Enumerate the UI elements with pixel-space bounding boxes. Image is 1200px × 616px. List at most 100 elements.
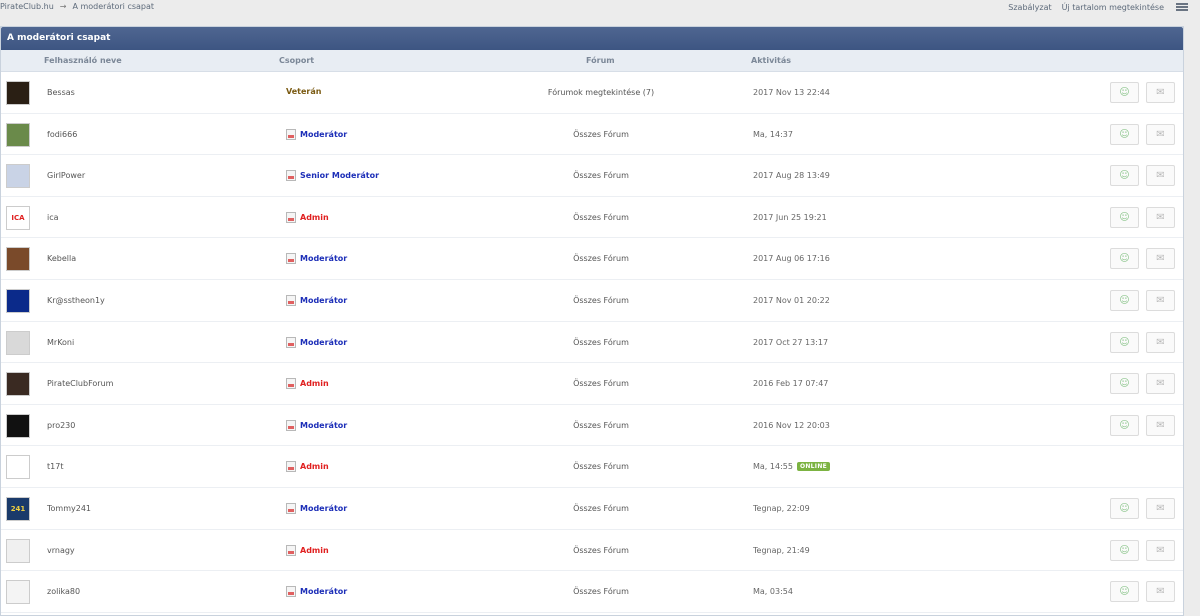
activity-time: Tegnap, 22:09 [753, 503, 810, 513]
member-list: Bessas Veterán Fórumok megtekintése (7) 201… [1, 72, 1183, 613]
avatar[interactable] [6, 580, 30, 605]
view-profile-button[interactable]: ☺ [1110, 248, 1139, 270]
avatar[interactable] [6, 122, 30, 147]
view-profile-button[interactable]: ☺ [1110, 331, 1139, 353]
table-row: pro230 Moderátor Összes Fórum 2016 Nov 12 2… [1, 404, 1183, 447]
view-profile-button[interactable]: ☺ [1110, 373, 1139, 395]
avatar[interactable] [6, 164, 30, 189]
activity: 2017 Jun 25 19:21 [753, 213, 827, 222]
group-icon [286, 253, 296, 265]
view-profile-button[interactable]: ☺ [1110, 206, 1139, 228]
username-link[interactable]: Bessas [47, 88, 75, 97]
send-message-button[interactable]: ✉ [1146, 289, 1175, 311]
send-message-button[interactable]: ✉ [1146, 248, 1175, 270]
group-label: Admin [300, 462, 329, 472]
username-link[interactable]: Kr@sstheon1y [47, 296, 105, 305]
breadcrumb: PirateClub.hu → A moderátori csapat [0, 2, 154, 11]
avatar[interactable] [6, 288, 30, 313]
group-icon [286, 294, 296, 306]
breadcrumb-home-link[interactable]: PirateClub.hu [0, 2, 54, 11]
group-icon [286, 128, 296, 140]
avatar[interactable] [6, 330, 30, 355]
group-icon [286, 211, 296, 223]
group-icon [286, 544, 296, 556]
avatar[interactable] [6, 538, 30, 563]
group-icon [286, 170, 296, 182]
group-label: Admin [300, 212, 329, 222]
view-profile-button[interactable]: ☺ [1110, 539, 1139, 561]
username-link[interactable]: fodi666 [47, 130, 77, 139]
activity: 2017 Nov 13 22:44 [753, 88, 830, 97]
username-link[interactable]: t17t [47, 462, 63, 471]
forum-scope: Összes Fórum [573, 503, 629, 513]
column-group: Csoport [279, 56, 315, 65]
username-link[interactable]: GirlPower [47, 171, 85, 180]
view-profile-button[interactable]: ☺ [1110, 165, 1139, 187]
group-badge: Moderátor [286, 253, 347, 265]
table-row: Kebella Moderátor Összes Fórum 2017 Aug 06 … [1, 238, 1183, 280]
mail-icon: ✉ [1156, 336, 1165, 348]
send-message-button[interactable]: ✉ [1146, 331, 1175, 353]
activity-time: 2017 Jun 25 19:21 [753, 212, 827, 222]
username-link[interactable]: ica [47, 213, 59, 222]
group-badge: Moderátor [286, 294, 347, 306]
username-link[interactable]: Tommy241 [47, 504, 91, 513]
send-message-button[interactable]: ✉ [1146, 581, 1175, 603]
activity-time: 2017 Nov 13 22:44 [753, 88, 830, 97]
group-badge: Admin [286, 461, 329, 473]
send-message-button[interactable]: ✉ [1146, 82, 1175, 103]
username-link[interactable]: zolika80 [47, 587, 80, 596]
activity-time: Tegnap, 21:49 [753, 545, 810, 555]
username-link[interactable]: PirateClubForum [47, 379, 113, 388]
avatar[interactable]: ICA [6, 205, 30, 230]
table-row: vrnagy Admin Összes Fórum Tegnap, 21:49 ☺ ✉ [1, 529, 1183, 572]
table-row: MrKoni Moderátor Összes Fórum 2017 Oct 27 1… [1, 321, 1183, 364]
username-link[interactable]: pro230 [47, 421, 75, 430]
avatar[interactable] [6, 413, 30, 438]
group-badge: Moderátor [286, 419, 348, 431]
user-icon: ☺ [1119, 211, 1130, 223]
send-message-button[interactable]: ✉ [1146, 165, 1175, 187]
user-icon: ☺ [1119, 419, 1130, 431]
send-message-button[interactable]: ✉ [1146, 373, 1175, 395]
view-profile-button[interactable]: ☺ [1110, 497, 1139, 519]
group-badge: Moderátor [286, 586, 347, 598]
username-link[interactable]: MrKoni [47, 338, 74, 347]
view-profile-button[interactable]: ☺ [1110, 289, 1139, 311]
table-row: ICA ica Admin Összes Fórum 2017 Jun 25 19:21… [1, 196, 1183, 239]
activity: 2017 Aug 28 13:49 [753, 171, 830, 180]
forum-scope: Összes Fórum [573, 379, 629, 389]
send-message-button[interactable]: ✉ [1146, 539, 1175, 561]
send-message-button[interactable]: ✉ [1146, 206, 1175, 228]
send-message-button[interactable]: ✉ [1146, 497, 1175, 519]
group-badge: Moderátor [286, 502, 347, 514]
view-profile-button[interactable]: ☺ [1110, 414, 1139, 436]
list-menu-icon[interactable] [1176, 2, 1188, 12]
table-row: Kr@sstheon1y Moderátor Összes Fórum 2017 No… [1, 279, 1183, 322]
mail-icon: ✉ [1156, 211, 1165, 223]
avatar[interactable] [6, 81, 30, 105]
view-profile-button[interactable]: ☺ [1110, 581, 1139, 603]
rules-link[interactable]: Szabályzat [1008, 3, 1051, 12]
view-profile-button[interactable]: ☺ [1110, 123, 1139, 145]
activity-time: 2016 Feb 17 07:47 [753, 379, 829, 389]
send-message-button[interactable]: ✉ [1146, 123, 1175, 145]
group-label: Admin [300, 379, 329, 389]
group-icon [286, 419, 296, 431]
avatar[interactable]: 241 [6, 496, 30, 521]
mail-icon: ✉ [1156, 170, 1165, 182]
send-message-button[interactable]: ✉ [1146, 414, 1175, 436]
table-row: zolika80 Moderátor Összes Fórum Ma, 03:54 ☺ ✉ [1, 571, 1183, 613]
view-profile-button[interactable]: ☺ [1110, 82, 1139, 103]
breadcrumb-current[interactable]: A moderátori csapat [72, 2, 154, 11]
group-label: Moderátor [300, 420, 348, 430]
avatar[interactable] [6, 372, 30, 397]
username-link[interactable]: Kebella [47, 254, 76, 263]
activity: 2016 Nov 12 20:03 [753, 421, 830, 430]
username-link[interactable]: vrnagy [47, 546, 75, 555]
new-content-link[interactable]: Új tartalom megtekintése [1062, 3, 1164, 12]
avatar[interactable] [6, 247, 30, 272]
forum-scope: Összes Fórum [573, 212, 629, 222]
avatar[interactable] [6, 455, 30, 480]
activity: Ma, 14:37 [753, 130, 793, 139]
